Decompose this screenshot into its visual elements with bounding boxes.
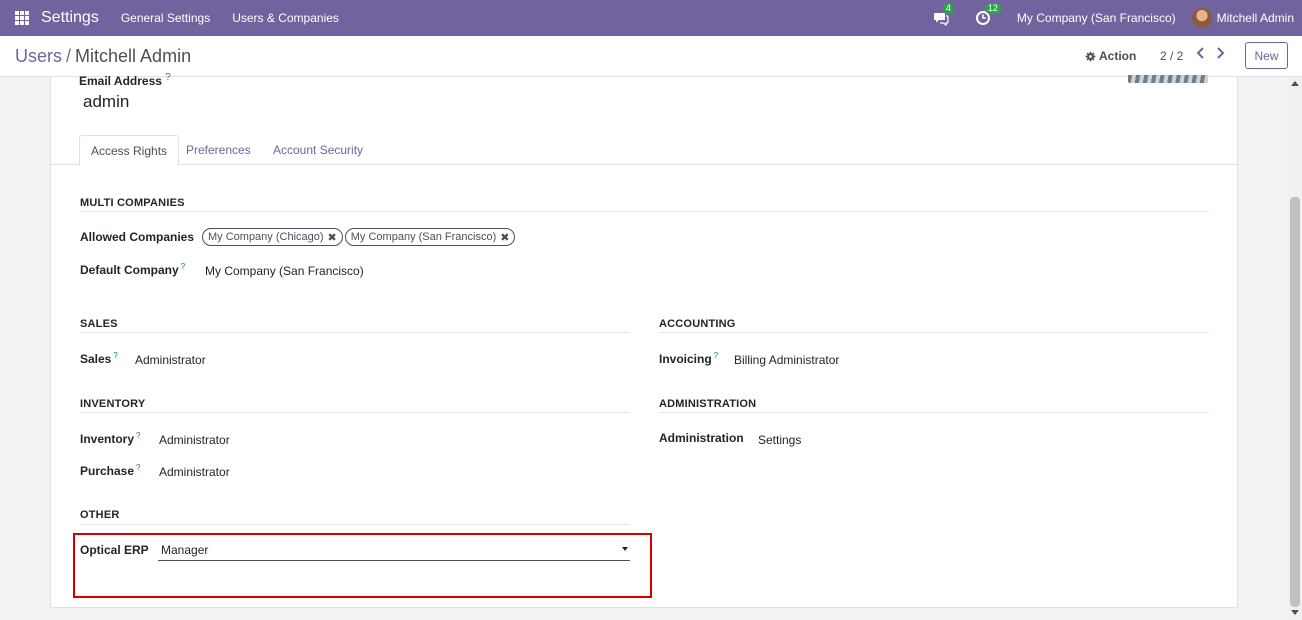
company-tag[interactable]: My Company (Chicago) ✖ [202, 228, 343, 246]
top-navbar: Settings General Settings Users & Compan… [0, 0, 1302, 36]
divider [80, 524, 630, 525]
help-icon: ? [136, 463, 141, 472]
breadcrumb-current: Mitchell Admin [75, 46, 192, 66]
action-label: Action [1099, 49, 1137, 63]
inventory-field[interactable]: Administrator [159, 433, 230, 447]
pager-next-icon[interactable] [1214, 46, 1228, 62]
allowed-companies-field[interactable]: My Company (Chicago) ✖ My Company (San Fr… [202, 228, 517, 246]
vertical-scrollbar[interactable] [1288, 77, 1302, 620]
pager-previous-icon[interactable] [1195, 46, 1209, 62]
invoicing-label: Invoicing? [659, 351, 719, 366]
tab-preferences[interactable]: Preferences [175, 135, 262, 165]
gear-icon [1085, 51, 1096, 61]
messages-icon[interactable]: 4 [933, 3, 954, 27]
menu-general-settings[interactable]: General Settings [121, 11, 210, 25]
divider [80, 412, 630, 413]
help-icon: ? [713, 351, 719, 360]
divider [80, 332, 630, 333]
group-title-multi-companies: MULTI COMPANIES [80, 197, 185, 209]
new-button[interactable]: New [1245, 42, 1288, 69]
remove-tag-icon[interactable]: ✖ [500, 231, 509, 244]
help-icon: ? [136, 431, 141, 440]
sales-label: Sales? [80, 351, 118, 366]
inventory-label: Inventory? [80, 431, 141, 446]
breadcrumb-users-link[interactable]: Users [15, 46, 62, 66]
highlight-annotation [73, 533, 652, 598]
notebook-tabs: Access Rights Preferences Account Securi… [51, 135, 1237, 166]
scroll-thumb[interactable] [1290, 197, 1300, 607]
group-title-accounting: ACCOUNTING [659, 318, 736, 330]
remove-tag-icon[interactable]: ✖ [328, 231, 337, 244]
invoicing-field[interactable]: Billing Administrator [734, 353, 839, 367]
tab-account-security[interactable]: Account Security [262, 135, 374, 165]
purchase-label: Purchase? [80, 463, 141, 478]
user-avatar[interactable] [1191, 8, 1212, 28]
group-title-sales: SALES [80, 318, 118, 330]
activity-clock-icon[interactable]: 12 [975, 3, 1001, 26]
help-icon: ? [180, 262, 186, 271]
scroll-up-arrow-icon[interactable] [1291, 81, 1299, 86]
apps-grid-icon[interactable] [15, 11, 29, 25]
group-title-inventory: INVENTORY [80, 398, 146, 410]
help-icon: ? [113, 351, 118, 360]
form-sheet: Email Address ? admin Access Rights Pref… [50, 72, 1238, 608]
default-company-field[interactable]: My Company (San Francisco) [205, 264, 364, 278]
control-panel: Users / Mitchell Admin Action 2 / 2 New [0, 36, 1302, 77]
company-switcher[interactable]: My Company (San Francisco) [1017, 11, 1176, 25]
group-title-other: OTHER [80, 509, 120, 521]
tab-access-rights[interactable]: Access Rights [79, 135, 180, 166]
email-field[interactable]: admin [83, 92, 129, 112]
allowed-companies-label: Allowed Companies [80, 230, 195, 244]
administration-label: Administration [659, 431, 744, 445]
pager-value[interactable]: 2 / 2 [1160, 49, 1183, 63]
divider [659, 332, 1209, 333]
divider [80, 211, 1209, 212]
sales-field[interactable]: Administrator [135, 353, 206, 367]
divider [659, 412, 1209, 413]
breadcrumb-separator: / [66, 46, 72, 66]
menu-users-companies[interactable]: Users & Companies [232, 11, 339, 25]
user-menu[interactable]: Mitchell Admin [1217, 11, 1294, 25]
messages-count-badge: 4 [942, 3, 954, 14]
scroll-down-arrow-icon[interactable] [1291, 610, 1299, 615]
required-mark: ? [165, 72, 171, 83]
default-company-label: Default Company? [80, 262, 186, 277]
app-title[interactable]: Settings [41, 9, 99, 27]
company-tag[interactable]: My Company (San Francisco) ✖ [344, 228, 516, 246]
purchase-field[interactable]: Administrator [159, 465, 230, 479]
group-title-administration: ADMINISTRATION [659, 398, 757, 410]
user-photo[interactable] [1128, 75, 1208, 83]
activities-count-badge: 12 [984, 3, 1001, 14]
breadcrumb: Users / Mitchell Admin [15, 46, 191, 67]
email-label: Email Address ? [79, 72, 171, 88]
administration-field[interactable]: Settings [758, 433, 801, 447]
action-button[interactable]: Action [1085, 49, 1136, 63]
